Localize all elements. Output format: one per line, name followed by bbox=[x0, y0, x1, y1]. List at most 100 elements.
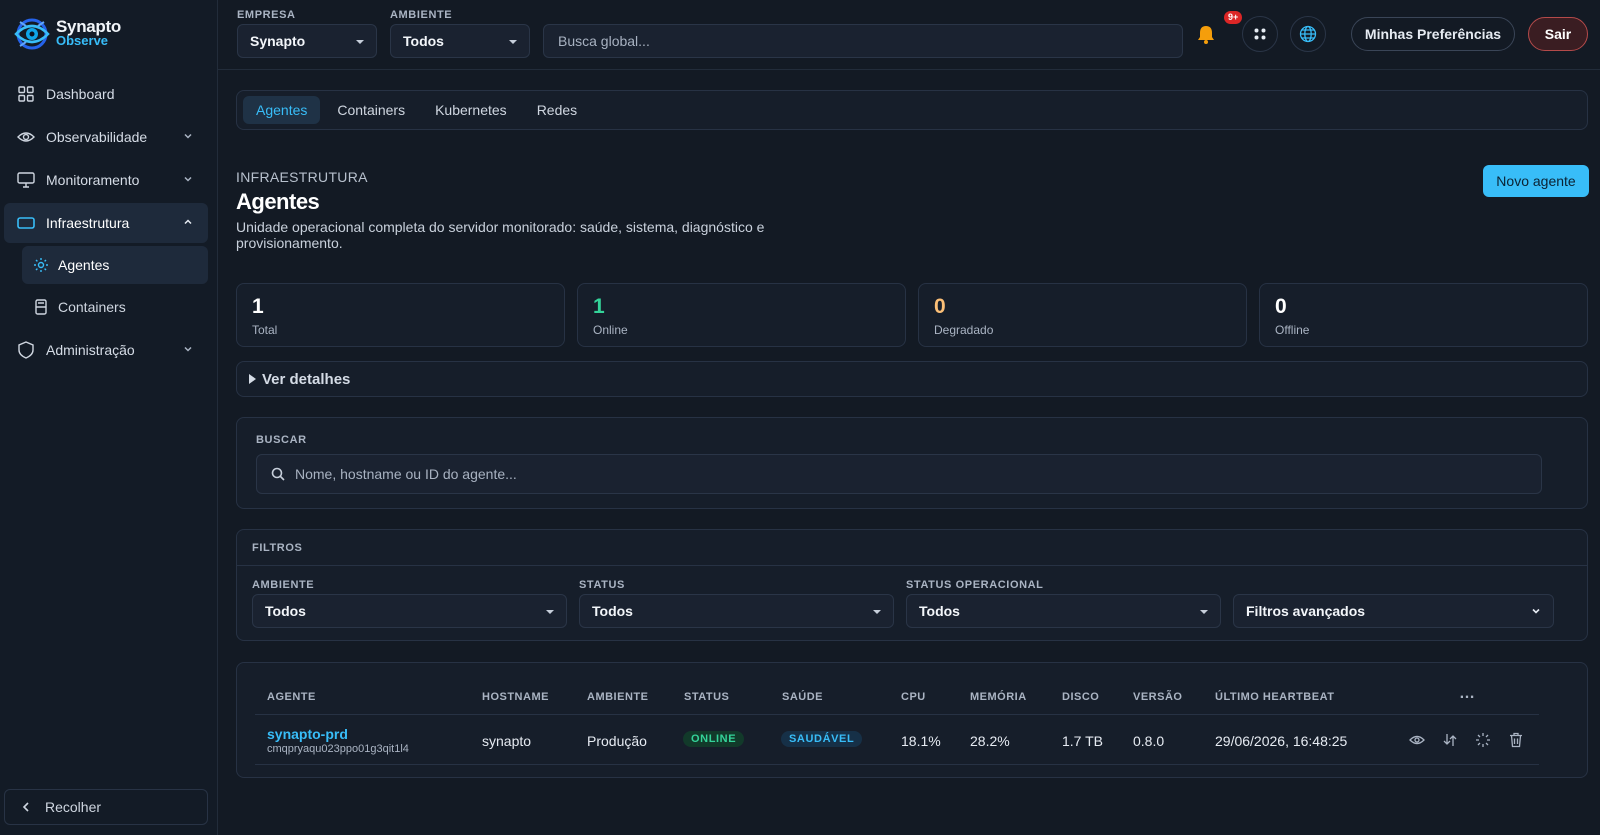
column-header[interactable]: HOSTNAME bbox=[482, 691, 549, 703]
collapse-label: Recolher bbox=[45, 799, 102, 815]
sidebar-item-label: Observabilidade bbox=[46, 129, 148, 145]
caret-down-icon bbox=[546, 610, 554, 614]
agent-search-placeholder: Nome, hostname ou ID do agente... bbox=[295, 466, 517, 482]
ambiente-select-value: Todos bbox=[403, 33, 444, 49]
sidebar-item-infraestrutura[interactable]: Infraestrutura bbox=[4, 203, 208, 243]
more-options-icon[interactable]: … bbox=[1459, 685, 1476, 703]
tab-containers[interactable]: Containers bbox=[324, 96, 418, 124]
stat-label: Online bbox=[593, 323, 628, 337]
memory-cell: 28.2% bbox=[970, 733, 1010, 749]
grid-icon bbox=[16, 84, 36, 104]
health-badge: SAUDÁVEL bbox=[781, 731, 863, 747]
eye-icon bbox=[1409, 735, 1425, 745]
advanced-filters-label: Filtros avançados bbox=[1246, 603, 1366, 619]
empresa-select-value: Synapto bbox=[250, 33, 306, 49]
chevron-down-icon bbox=[184, 346, 192, 352]
column-header[interactable]: SAÚDE bbox=[782, 691, 823, 703]
agent-name-link[interactable]: synapto-prd bbox=[267, 726, 348, 742]
tabs-bar: Agentes Containers Kubernetes Redes bbox=[236, 90, 1588, 130]
filter-opstatus-select[interactable]: Todos bbox=[906, 594, 1221, 628]
details-label: Ver detalhes bbox=[262, 370, 351, 388]
disk-cell: 1.7 TB bbox=[1062, 733, 1103, 749]
stat-value: 0 bbox=[934, 295, 946, 318]
brand-name: Synapto bbox=[56, 17, 121, 36]
heartbeat-cell: 29/06/2026, 16:48:25 bbox=[1215, 733, 1348, 749]
logo[interactable]: Synapto Observe bbox=[10, 14, 121, 54]
global-search-placeholder: Busca global... bbox=[558, 33, 650, 49]
stat-value: 1 bbox=[252, 295, 264, 318]
chevron-up-icon bbox=[184, 219, 192, 225]
column-header[interactable]: ÚLTIMO HEARTBEAT bbox=[1215, 691, 1334, 703]
apps-button[interactable] bbox=[1242, 16, 1278, 52]
advanced-filters-select[interactable]: Filtros avançados bbox=[1233, 594, 1554, 628]
stat-label: Degradado bbox=[934, 323, 994, 337]
sidebar-item-dashboard[interactable]: Dashboard bbox=[4, 74, 208, 114]
tab-kubernetes[interactable]: Kubernetes bbox=[422, 96, 520, 124]
stat-value: 1 bbox=[593, 295, 605, 318]
chevron-down-icon bbox=[184, 176, 192, 182]
filter-ambiente-select[interactable]: Todos bbox=[252, 594, 567, 628]
sidebar-item-label: Infraestrutura bbox=[46, 215, 130, 231]
page-title: Agentes bbox=[236, 189, 320, 214]
sidebar-subnav: Agentes Containers bbox=[4, 246, 208, 326]
preferences-label: Minhas Preferências bbox=[1364, 26, 1502, 42]
stat-value: 0 bbox=[1275, 295, 1287, 318]
sidebar-subitem-containers[interactable]: Containers bbox=[22, 288, 208, 326]
column-header[interactable]: STATUS bbox=[684, 691, 729, 703]
table-row[interactable]: synapto-prd cmqpryaqu023ppo01g3qit1l4 sy… bbox=[255, 715, 1539, 765]
collapse-sidebar-button[interactable]: Recolher bbox=[4, 789, 208, 825]
empresa-select[interactable]: Synapto bbox=[237, 24, 377, 58]
globe-icon bbox=[1299, 25, 1317, 43]
agent-id: cmqpryaqu023ppo01g3qit1l4 bbox=[267, 743, 409, 755]
filters-card: FILTROS AMBIENTE Todos STATUS Todos STAT… bbox=[236, 529, 1588, 641]
new-agent-button[interactable]: Novo agente bbox=[1483, 165, 1589, 197]
caret-right-icon bbox=[249, 374, 256, 384]
sidebar-subitem-label: Containers bbox=[58, 299, 126, 315]
apps-grid-icon bbox=[1254, 28, 1266, 40]
container-icon bbox=[32, 298, 50, 316]
view-agent-button[interactable] bbox=[1408, 731, 1426, 749]
page-kicker: INFRAESTRUTURA bbox=[236, 169, 368, 185]
sidebar-item-administracao[interactable]: Administração bbox=[4, 330, 208, 370]
synapto-logo-icon bbox=[14, 18, 50, 50]
filter-status-select[interactable]: Todos bbox=[579, 594, 894, 628]
sidebar-subitem-agentes[interactable]: Agentes bbox=[22, 246, 208, 284]
caret-down-icon bbox=[1200, 610, 1208, 614]
tab-agentes[interactable]: Agentes bbox=[243, 96, 321, 124]
sidebar: Synapto Observe Dashboard Observabilidad… bbox=[0, 0, 218, 835]
hostname-cell: synapto bbox=[482, 733, 532, 749]
sidebar-item-monitoramento[interactable]: Monitoramento bbox=[4, 160, 208, 200]
column-header[interactable]: MEMÓRIA bbox=[970, 691, 1027, 703]
logout-label: Sair bbox=[1544, 26, 1572, 42]
column-header[interactable]: AGENTE bbox=[267, 691, 316, 703]
chevron-down-icon bbox=[1532, 608, 1540, 614]
filter-opstatus-value: Todos bbox=[919, 603, 960, 619]
sidebar-item-label: Administração bbox=[46, 342, 135, 358]
column-header[interactable]: DISCO bbox=[1062, 691, 1099, 703]
details-toggle[interactable]: Ver detalhes bbox=[236, 361, 1588, 397]
column-header[interactable]: CPU bbox=[901, 691, 926, 703]
global-search-input[interactable]: Busca global... bbox=[543, 24, 1183, 58]
stat-card-total: 1 Total bbox=[236, 283, 565, 347]
chevron-down-icon bbox=[184, 133, 192, 139]
table-header: AGENTE HOSTNAME AMBIENTE STATUS SAÚDE CP… bbox=[255, 679, 1539, 715]
language-button[interactable] bbox=[1290, 16, 1326, 52]
loader-icon bbox=[1476, 733, 1490, 747]
agents-table: AGENTE HOSTNAME AMBIENTE STATUS SAÚDE CP… bbox=[236, 662, 1588, 778]
filter-opstatus-label: STATUS OPERACIONAL bbox=[906, 579, 1044, 591]
preferences-button[interactable]: Minhas Preferências bbox=[1351, 17, 1515, 51]
restart-agent-button[interactable] bbox=[1474, 731, 1492, 749]
notifications-button[interactable] bbox=[1188, 16, 1224, 52]
sync-agent-button[interactable] bbox=[1441, 731, 1459, 749]
agent-search-input[interactable]: Nome, hostname ou ID do agente... bbox=[256, 454, 1542, 494]
sidebar-item-observabilidade[interactable]: Observabilidade bbox=[4, 117, 208, 157]
divider bbox=[237, 565, 1587, 566]
transfer-icon bbox=[1443, 734, 1457, 746]
column-header[interactable]: VERSÃO bbox=[1133, 691, 1182, 703]
logout-button[interactable]: Sair bbox=[1528, 17, 1588, 51]
tab-redes[interactable]: Redes bbox=[524, 96, 590, 124]
sidebar-item-label: Dashboard bbox=[46, 86, 115, 102]
ambiente-select[interactable]: Todos bbox=[390, 24, 530, 58]
column-header[interactable]: AMBIENTE bbox=[587, 691, 648, 703]
delete-agent-button[interactable] bbox=[1507, 731, 1525, 749]
